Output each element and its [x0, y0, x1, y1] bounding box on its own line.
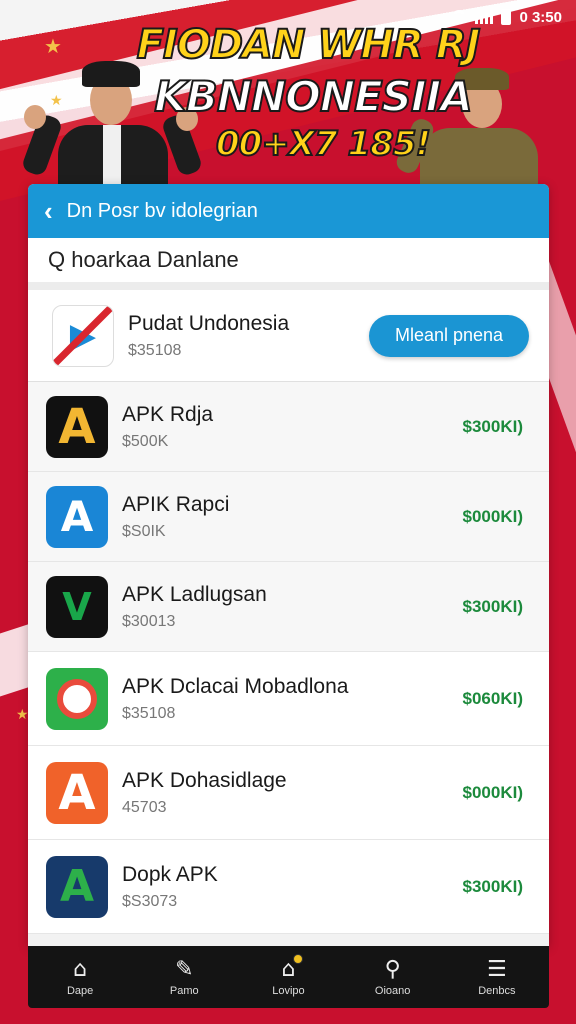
- featured-app-sub: $35108: [128, 341, 182, 359]
- house-badge-icon: ⌂: [281, 953, 304, 982]
- circle-green-icon: [46, 667, 108, 730]
- banner-headline-2: KBNNONESIIA: [153, 71, 473, 122]
- search-bar[interactable]: [28, 238, 549, 290]
- app-list: A APK Rdja $500K $300KI) A APIK Rapci $S…: [28, 382, 549, 934]
- nav-item-house[interactable]: ⌂ Lovipo: [248, 953, 328, 997]
- app-store-card: ‹ Dn Posr bv idolegrian ▶ Pudat Undonesi…: [28, 184, 549, 946]
- edit-icon: ✎: [175, 956, 194, 982]
- app-price: $000KI): [462, 782, 523, 802]
- app-price: $300KI): [462, 596, 523, 616]
- app-name: APIK Rapci: [122, 492, 230, 516]
- banner-headline-3: 00+X7 185!: [215, 123, 432, 165]
- app-sub: $S3073: [122, 892, 178, 910]
- list-item[interactable]: A Dopk APK $S3073 $300KI): [28, 840, 549, 934]
- a-blue-icon: A: [46, 485, 108, 548]
- app-sub: $500K: [122, 432, 169, 450]
- app-name: APK Ladlugsan: [122, 582, 267, 606]
- list-item[interactable]: APK Dclacai Mobadlona $35108 $060KI): [28, 652, 549, 746]
- app-bar: ‹ Dn Posr bv idolegrian: [28, 184, 549, 238]
- back-arrow-icon[interactable]: ‹: [44, 198, 53, 224]
- crossed-app-icon: ▶: [52, 304, 114, 367]
- a-black-icon: A: [46, 395, 108, 458]
- featured-download-button[interactable]: Mleanl pnena: [369, 314, 529, 357]
- app-name: APK Dohasidlage: [122, 768, 287, 792]
- home-icon: ⌂: [73, 956, 88, 982]
- featured-app[interactable]: ▶ Pudat Undonesia $35108 Mleanl pnena: [28, 290, 549, 382]
- app-sub: 45703: [122, 798, 167, 816]
- list-item[interactable]: A APK Rdja $500K $300KI): [28, 382, 549, 472]
- app-price: $000KI): [462, 506, 523, 526]
- a-navy-icon: A: [46, 855, 108, 918]
- app-bar-title: Dn Posr bv idolegrian: [66, 199, 258, 222]
- list-item[interactable]: V APK Ladlugsan $30013 $300KI): [28, 562, 549, 652]
- app-sub: $30013: [122, 612, 176, 630]
- menu-icon: ☰: [486, 956, 507, 982]
- list-item[interactable]: A APIK Rapci $S0IK $000KI): [28, 472, 549, 562]
- search-input[interactable]: [48, 247, 549, 273]
- search-icon: ⚲: [384, 956, 401, 982]
- app-price: $060KI): [462, 688, 523, 708]
- banner-headline-1: FIODAN WHR RJ: [136, 21, 482, 69]
- app-price: $300KI): [462, 876, 523, 896]
- app-name: APK Rdja: [122, 402, 214, 426]
- list-item[interactable]: A APK Dohasidlage 45703 $000KI): [28, 746, 549, 840]
- featured-app-name: Pudat Undonesia: [128, 311, 290, 335]
- app-name: Dopk APK: [122, 862, 218, 886]
- nav-item-search[interactable]: ⚲ Oioano: [353, 956, 433, 997]
- app-sub: $35108: [122, 704, 176, 722]
- app-name: APK Dclacai Mobadlona: [122, 674, 349, 698]
- v-black-icon: V: [46, 575, 108, 638]
- app-price: $300KI): [462, 416, 523, 436]
- bottom-navigation: ⌂ Dape ✎ Pamo ⌂ Lovipo ⚲ Oioano ☰ Denbcs: [28, 946, 549, 1008]
- nav-item-edit[interactable]: ✎ Pamo: [144, 956, 224, 997]
- app-sub: $S0IK: [122, 522, 166, 540]
- nav-item-home[interactable]: ⌂ Dape: [40, 956, 120, 997]
- nav-item-menu[interactable]: ☰ Denbcs: [457, 956, 537, 997]
- star-icon: ★: [16, 706, 29, 722]
- a-orange-icon: A: [46, 761, 108, 824]
